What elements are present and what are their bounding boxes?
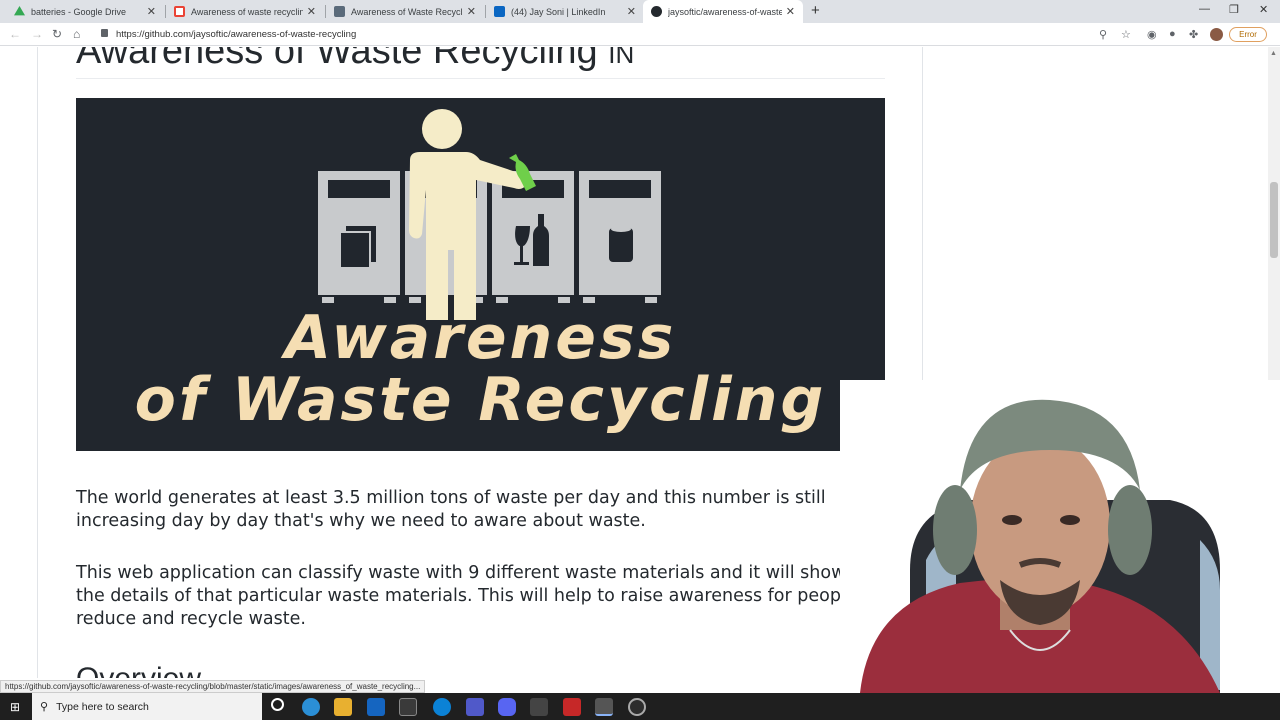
- banner-title-line1: Awareness: [284, 303, 677, 373]
- taskbar: ⊞ ⚲ Type here to search: [0, 693, 1280, 720]
- search-icon: ⚲: [40, 701, 49, 713]
- webcam-person-image: [840, 380, 1280, 693]
- zoom-icon[interactable]: ⚲: [1099, 28, 1107, 41]
- minimize-button[interactable]: —: [1199, 3, 1210, 15]
- browser-toolbar: ← → ↻ ⌂ https://github.com/jaysoftic/awa…: [0, 23, 1280, 46]
- taskbar-search[interactable]: ⚲ Type here to search: [32, 693, 262, 720]
- tab-title: (44) Jay Soni | LinkedIn: [511, 6, 606, 17]
- tab-title: Awareness of Waste Recycling: [351, 6, 463, 17]
- lock-icon: [101, 29, 108, 37]
- tab-title: jaysoftic/awareness-of-waste-rec: [668, 6, 782, 17]
- edge-icon[interactable]: [302, 698, 320, 716]
- chrome-icon[interactable]: [595, 698, 613, 716]
- close-icon[interactable]: ✕: [147, 5, 156, 18]
- search-placeholder: Type here to search: [56, 700, 149, 713]
- skype-icon[interactable]: [433, 698, 451, 716]
- store-icon[interactable]: [399, 698, 417, 716]
- left-border: [37, 47, 38, 678]
- close-icon[interactable]: ✕: [467, 5, 476, 18]
- link-status-bar: https://github.com/jaysoftic/awareness-o…: [0, 680, 426, 693]
- intro-paragraph: The world generates at least 3.5 million…: [76, 488, 826, 531]
- overview-heading: Overview: [76, 662, 201, 678]
- avatar[interactable]: [1210, 28, 1223, 41]
- windows-start-icon[interactable]: ⊞: [10, 700, 20, 714]
- new-tab-button[interactable]: +: [811, 2, 820, 19]
- tab-waste-recycling[interactable]: Awareness of Waste Recycling ✕: [326, 0, 484, 23]
- scrollbar-thumb[interactable]: [1270, 182, 1278, 258]
- gmail-icon: [174, 6, 185, 17]
- banner-title-line2: of Waste Recycling: [134, 365, 827, 435]
- description-paragraph: This web application can classify waste …: [76, 563, 884, 629]
- google-drive-icon: [14, 6, 25, 16]
- url-field[interactable]: https://github.com/jaysoftic/awareness-o…: [116, 29, 356, 40]
- scroll-up-icon[interactable]: ▲: [1270, 50, 1277, 57]
- tab-title: Awareness of waste recycling de: [191, 6, 303, 17]
- page-title: Awareness of Waste Recycling IN: [76, 47, 634, 73]
- wordpress-icon[interactable]: ◉: [1147, 28, 1157, 41]
- divider: [76, 78, 885, 79]
- discord-icon[interactable]: [498, 698, 516, 716]
- tab-google-drive[interactable]: batteries - Google Drive ✕: [6, 0, 164, 23]
- cortana-icon[interactable]: [271, 698, 284, 711]
- person-head: [422, 109, 462, 149]
- home-icon[interactable]: ⌂: [73, 27, 80, 41]
- tab-gmail[interactable]: Awareness of waste recycling de ✕: [166, 0, 324, 23]
- close-icon[interactable]: ✕: [627, 5, 636, 18]
- mail-icon[interactable]: [367, 698, 385, 716]
- forward-icon[interactable]: →: [31, 27, 43, 41]
- page-title-text: Awareness of Waste Recycling: [76, 47, 598, 72]
- close-window-button[interactable]: ✕: [1259, 3, 1268, 16]
- settings-app-icon[interactable]: [530, 698, 548, 716]
- reload-icon[interactable]: ↻: [52, 27, 62, 41]
- github-icon: [651, 6, 662, 17]
- back-icon[interactable]: ←: [9, 27, 21, 41]
- restore-button[interactable]: ❐: [1229, 3, 1239, 16]
- teams-icon[interactable]: [466, 698, 484, 716]
- tab-strip: batteries - Google Drive ✕ Awareness of …: [0, 0, 1280, 23]
- banner-image[interactable]: Awareness of Waste Recycling: [76, 98, 885, 451]
- extension-icon[interactable]: ●: [1169, 28, 1176, 40]
- error-button[interactable]: Error: [1229, 27, 1267, 42]
- webcam-overlay: [840, 380, 1280, 693]
- tab-linkedin[interactable]: (44) Jay Soni | LinkedIn ✕: [486, 0, 644, 23]
- close-icon[interactable]: ✕: [786, 5, 795, 18]
- puzzle-icon[interactable]: ✤: [1189, 28, 1198, 41]
- security-app-icon[interactable]: [563, 698, 581, 716]
- page-title-suffix: IN: [608, 47, 635, 69]
- tab-title: batteries - Google Drive: [31, 6, 127, 17]
- star-icon[interactable]: ☆: [1121, 28, 1131, 41]
- document-icon: [334, 6, 345, 17]
- linkedin-icon: [494, 6, 505, 17]
- obs-icon[interactable]: [628, 698, 646, 716]
- tab-github[interactable]: jaysoftic/awareness-of-waste-rec ✕: [643, 0, 803, 23]
- file-explorer-icon[interactable]: [334, 698, 352, 716]
- close-icon[interactable]: ✕: [307, 5, 316, 18]
